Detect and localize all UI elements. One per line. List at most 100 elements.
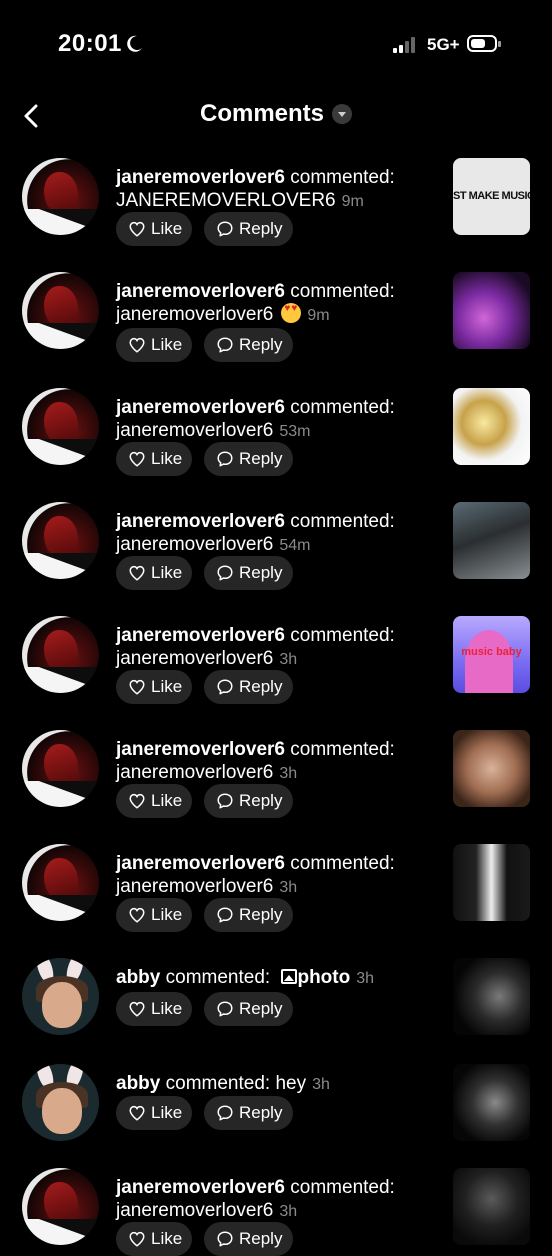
heart-icon bbox=[129, 907, 145, 923]
like-button[interactable]: Like bbox=[116, 1096, 192, 1130]
comment-verb: commented: bbox=[290, 281, 395, 302]
comment-body: janeremoverlover6 bbox=[116, 648, 274, 669]
avatar[interactable] bbox=[22, 272, 99, 349]
comment-verb: commented: bbox=[290, 853, 395, 874]
comment-time: 3h bbox=[356, 970, 375, 987]
comment-verb: commented: bbox=[290, 511, 395, 532]
signal-icon bbox=[393, 37, 415, 53]
comment-username[interactable]: janeremoverlover6 bbox=[116, 1177, 285, 1198]
avatar[interactable] bbox=[22, 1168, 99, 1245]
avatar[interactable] bbox=[22, 502, 99, 579]
comment-username[interactable]: janeremoverlover6 bbox=[116, 281, 285, 302]
reply-button[interactable]: Reply bbox=[204, 1096, 293, 1130]
reply-label: Reply bbox=[239, 791, 283, 810]
thumbnail-text: ST MAKE MUSIC bbox=[453, 190, 530, 202]
comment-text: abby commented: photo 3h bbox=[116, 966, 416, 990]
reply-button[interactable]: Reply bbox=[204, 1222, 293, 1256]
video-thumbnail[interactable] bbox=[453, 272, 530, 349]
heart-icon bbox=[129, 1231, 145, 1247]
video-thumbnail[interactable] bbox=[453, 958, 530, 1035]
like-button[interactable]: Like bbox=[116, 212, 192, 246]
reply-button[interactable]: Reply bbox=[204, 784, 293, 818]
comment-username[interactable]: janeremoverlover6 bbox=[116, 739, 285, 760]
like-button[interactable]: Like bbox=[116, 1222, 192, 1256]
reply-bubble-icon bbox=[217, 1105, 233, 1121]
like-button[interactable]: Like bbox=[116, 898, 192, 932]
comment-username[interactable]: janeremoverlover6 bbox=[116, 397, 285, 418]
reply-bubble-icon bbox=[217, 1231, 233, 1247]
comment-text: janeremoverlover6 commented: janeremoverl… bbox=[116, 852, 416, 899]
comment-username[interactable]: abby bbox=[116, 967, 160, 988]
comment-body: janeremoverlover6 bbox=[116, 304, 274, 325]
reply-label: Reply bbox=[239, 563, 283, 582]
page-title: Comments bbox=[199, 100, 325, 127]
heart-icon bbox=[129, 565, 145, 581]
header: Comments bbox=[0, 90, 552, 142]
avatar[interactable] bbox=[22, 388, 99, 465]
reply-button[interactable]: Reply bbox=[204, 992, 293, 1026]
avatar[interactable] bbox=[22, 958, 99, 1035]
comment-verb: commented: bbox=[165, 1073, 271, 1094]
reply-button[interactable]: Reply bbox=[204, 328, 293, 362]
heart-icon bbox=[129, 221, 145, 237]
comment-body: janeremoverlover6 bbox=[116, 534, 274, 555]
avatar[interactable] bbox=[22, 158, 99, 235]
like-button[interactable]: Like bbox=[116, 992, 192, 1026]
comment-username[interactable]: abby bbox=[116, 1073, 160, 1094]
reply-label: Reply bbox=[239, 1229, 283, 1248]
video-thumbnail[interactable] bbox=[453, 502, 530, 579]
comment-time: 53m bbox=[279, 423, 311, 440]
reply-button[interactable]: Reply bbox=[204, 212, 293, 246]
reply-button[interactable]: Reply bbox=[204, 670, 293, 704]
reply-bubble-icon bbox=[217, 679, 233, 695]
title-wrap: Comments bbox=[0, 100, 552, 128]
video-thumbnail[interactable]: music baby bbox=[453, 616, 530, 693]
comment-text: janeremoverlover6 commented: JANEREMOVERL… bbox=[116, 166, 416, 213]
video-thumbnail[interactable] bbox=[453, 844, 530, 921]
reply-bubble-icon bbox=[217, 221, 233, 237]
comment-time: 3h bbox=[312, 1076, 330, 1093]
comment-body: janeremoverlover6 bbox=[116, 876, 274, 897]
comment-body: janeremoverlover6 bbox=[116, 762, 274, 783]
comment-username[interactable]: janeremoverlover6 bbox=[116, 511, 285, 532]
like-button[interactable]: Like bbox=[116, 328, 192, 362]
network-type: 5G+ bbox=[427, 35, 460, 54]
reply-button[interactable]: Reply bbox=[204, 442, 293, 476]
comment-username[interactable]: janeremoverlover6 bbox=[116, 625, 285, 646]
avatar[interactable] bbox=[22, 730, 99, 807]
avatar[interactable] bbox=[22, 1064, 99, 1141]
comment-username[interactable]: janeremoverlover6 bbox=[116, 853, 285, 874]
chevron-down-icon[interactable] bbox=[332, 104, 353, 124]
heart-icon bbox=[129, 1105, 145, 1121]
video-thumbnail[interactable]: ST MAKE MUSIC bbox=[453, 158, 530, 235]
video-thumbnail[interactable] bbox=[453, 730, 530, 807]
heart-icon bbox=[129, 793, 145, 809]
comment-body: photo bbox=[297, 967, 351, 988]
comment-text: janeremoverlover6 commented: janeremoverl… bbox=[116, 624, 416, 671]
battery-icon bbox=[467, 35, 501, 52]
like-label: Like bbox=[151, 563, 183, 582]
like-button[interactable]: Like bbox=[116, 442, 192, 476]
comment-time: 9m bbox=[307, 307, 330, 324]
like-label: Like bbox=[151, 1229, 183, 1248]
avatar[interactable] bbox=[22, 844, 99, 921]
avatar[interactable] bbox=[22, 616, 99, 693]
photo-icon bbox=[281, 969, 298, 984]
video-thumbnail[interactable] bbox=[453, 388, 530, 465]
video-thumbnail[interactable] bbox=[453, 1168, 530, 1245]
like-button[interactable]: Like bbox=[116, 784, 192, 818]
comment-username[interactable]: janeremoverlover6 bbox=[116, 167, 285, 188]
heart-icon bbox=[129, 1001, 145, 1017]
like-button[interactable]: Like bbox=[116, 556, 192, 590]
like-button[interactable]: Like bbox=[116, 670, 192, 704]
reply-button[interactable]: Reply bbox=[204, 898, 293, 932]
reply-label: Reply bbox=[239, 219, 283, 238]
comment-verb: commented: bbox=[290, 167, 395, 188]
reply-label: Reply bbox=[239, 905, 283, 924]
reply-button[interactable]: Reply bbox=[204, 556, 293, 590]
comment-verb: commented: bbox=[165, 967, 271, 988]
like-label: Like bbox=[151, 999, 183, 1018]
status-bar: 20:01 5G+ bbox=[0, 0, 552, 90]
video-thumbnail[interactable] bbox=[453, 1064, 530, 1141]
comment-body: janeremoverlover6 bbox=[116, 420, 274, 441]
